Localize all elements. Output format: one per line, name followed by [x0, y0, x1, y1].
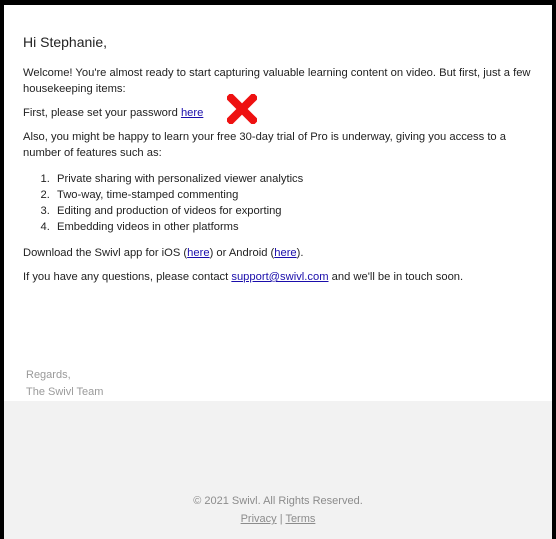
android-download-link[interactable]: here	[274, 247, 296, 259]
signature-block: Regards, The Swivl Team	[26, 367, 103, 401]
password-paragraph: First, please set your password here	[23, 94, 543, 124]
welcome-paragraph: Welcome! You're almost ready to start ca…	[23, 67, 531, 95]
download-suffix: ).	[296, 247, 304, 259]
feature-item: Embedding videos in other platforms	[53, 219, 543, 235]
support-email-link[interactable]: support@swivl.com	[231, 271, 328, 283]
email-body: Hi Stephanie, Welcome! You're almost rea…	[23, 33, 543, 293]
questions-suffix: and we'll be in touch soon.	[328, 271, 464, 283]
greeting: Hi Stephanie,	[23, 34, 108, 50]
questions-paragraph: If you have any questions, please contac…	[23, 269, 543, 285]
feature-list: Private sharing with personalized viewer…	[23, 171, 543, 235]
email-footer: © 2021 Swivl. All Rights Reserved. Priva…	[4, 401, 552, 539]
pro-intro-paragraph: Also, you might be happy to learn your f…	[23, 131, 506, 159]
regards-text: Regards,	[26, 369, 71, 381]
terms-link[interactable]: Terms	[285, 513, 315, 525]
password-prefix: First, please set your password	[23, 107, 181, 119]
feature-item: Two-way, time-stamped commenting	[53, 187, 543, 203]
questions-prefix: If you have any questions, please contac…	[23, 271, 232, 283]
feature-item: Private sharing with personalized viewer…	[53, 171, 543, 187]
privacy-link[interactable]: Privacy	[241, 513, 277, 525]
download-prefix: Download the Swivl app for iOS (	[23, 247, 188, 259]
copyright-text: © 2021 Swivl. All Rights Reserved.	[193, 495, 363, 507]
download-paragraph: Download the Swivl app for iOS (here) or…	[23, 245, 543, 261]
signature-text: The Swivl Team	[26, 386, 104, 398]
download-middle: ) or Android (	[209, 247, 275, 259]
ios-download-link[interactable]: here	[187, 247, 209, 259]
set-password-link[interactable]: here	[181, 107, 203, 119]
red-x-mark-icon	[227, 94, 257, 124]
footer-links: Privacy | Terms	[4, 513, 552, 525]
feature-item: Editing and production of videos for exp…	[53, 203, 543, 219]
